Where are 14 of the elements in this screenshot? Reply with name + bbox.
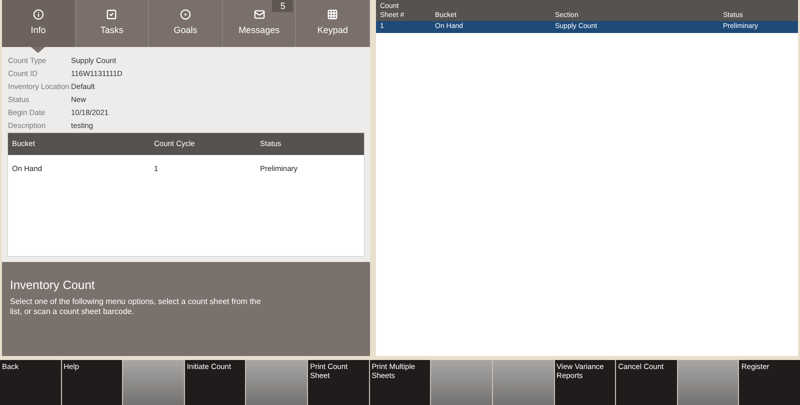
checkbox-icon [106, 9, 118, 20]
message-count-badge: 5 [272, 0, 294, 12]
selected-pointer-icon [31, 47, 46, 53]
envelope-icon [254, 9, 265, 20]
info-title: Inventory Count [10, 277, 96, 294]
blank-button[interactable] [431, 360, 492, 405]
grid-icon [327, 9, 338, 20]
info-text: Select one of the following menu options, select a count sheet from the list, or scan a count sheet barcode. [10, 297, 262, 317]
info-icon [32, 9, 44, 20]
blank-button[interactable] [678, 360, 738, 405]
blank-button[interactable] [123, 360, 184, 405]
target-icon [180, 9, 191, 20]
blank-button[interactable] [246, 360, 308, 405]
blank-button[interactable] [492, 360, 554, 405]
